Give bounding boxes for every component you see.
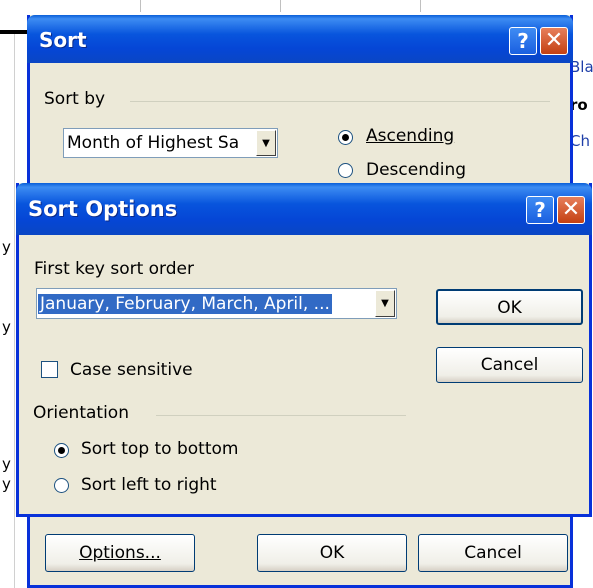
case-sensitive-label[interactable]: Case sensitive bbox=[70, 360, 193, 380]
cell-fragment: y bbox=[2, 455, 11, 473]
options-button[interactable]: Options... bbox=[45, 534, 195, 572]
sort-by-value: Month of Highest Sa bbox=[67, 133, 240, 153]
sort-ok-button[interactable]: OK bbox=[257, 534, 407, 572]
help-icon[interactable]: ? bbox=[526, 196, 554, 224]
sort-dialog-titlebar[interactable]: Sort ? ✕ bbox=[27, 15, 573, 63]
sort-by-label: Sort by bbox=[44, 89, 106, 109]
sort-top-to-bottom-label[interactable]: Sort top to bottom bbox=[81, 439, 238, 459]
chevron-down-icon[interactable]: ▼ bbox=[375, 290, 395, 317]
sort-by-select[interactable]: Month of Highest Sa ▼ bbox=[63, 128, 278, 158]
options-cancel-button[interactable]: Cancel bbox=[436, 347, 583, 383]
descending-radio[interactable] bbox=[338, 163, 353, 178]
cell-fragment: Bla bbox=[570, 58, 593, 76]
case-sensitive-checkbox[interactable] bbox=[41, 361, 58, 378]
ascending-label[interactable]: Ascending bbox=[366, 126, 454, 146]
sort-by-group-line bbox=[130, 101, 550, 102]
ascending-text: Ascending bbox=[366, 126, 455, 146]
options-button-label: Options... bbox=[79, 543, 161, 563]
first-key-select[interactable]: January, February, March, April, ... ▼ bbox=[36, 288, 397, 319]
orientation-group-line bbox=[156, 415, 406, 416]
close-icon[interactable]: ✕ bbox=[557, 196, 585, 224]
sort-cancel-button[interactable]: Cancel bbox=[418, 534, 568, 572]
column-strip-left bbox=[0, 34, 15, 588]
ascending-radio[interactable] bbox=[338, 130, 353, 145]
help-icon[interactable]: ? bbox=[509, 27, 537, 55]
first-key-value: January, February, March, April, ... bbox=[38, 293, 332, 314]
gridline bbox=[280, 0, 281, 12]
chevron-down-icon[interactable]: ▼ bbox=[256, 130, 276, 156]
cell-fragment: y bbox=[2, 475, 11, 493]
gridline bbox=[420, 0, 421, 12]
gridline bbox=[140, 0, 141, 12]
sort-top-to-bottom-radio[interactable] bbox=[54, 443, 69, 458]
sort-left-to-right-label[interactable]: Sort left to right bbox=[81, 475, 217, 495]
close-icon[interactable]: ✕ bbox=[540, 27, 568, 55]
sort-options-dialog: Sort Options ? ✕ First key sort order Ja… bbox=[16, 183, 592, 517]
sort-options-title: Sort Options bbox=[28, 197, 178, 221]
options-ok-button[interactable]: OK bbox=[436, 289, 583, 325]
cell-fragment: y bbox=[2, 238, 11, 256]
sort-options-titlebar[interactable]: Sort Options ? ✕ bbox=[16, 183, 592, 235]
first-key-label-text: First key sort order bbox=[34, 259, 194, 279]
first-key-label: First key sort order bbox=[34, 259, 194, 279]
cell-fragment: y bbox=[2, 318, 11, 336]
sort-left-to-right-radio[interactable] bbox=[54, 478, 69, 493]
descending-label[interactable]: Descending bbox=[366, 160, 466, 180]
orientation-label: Orientation bbox=[33, 403, 129, 423]
sort-dialog-title: Sort bbox=[39, 28, 87, 52]
